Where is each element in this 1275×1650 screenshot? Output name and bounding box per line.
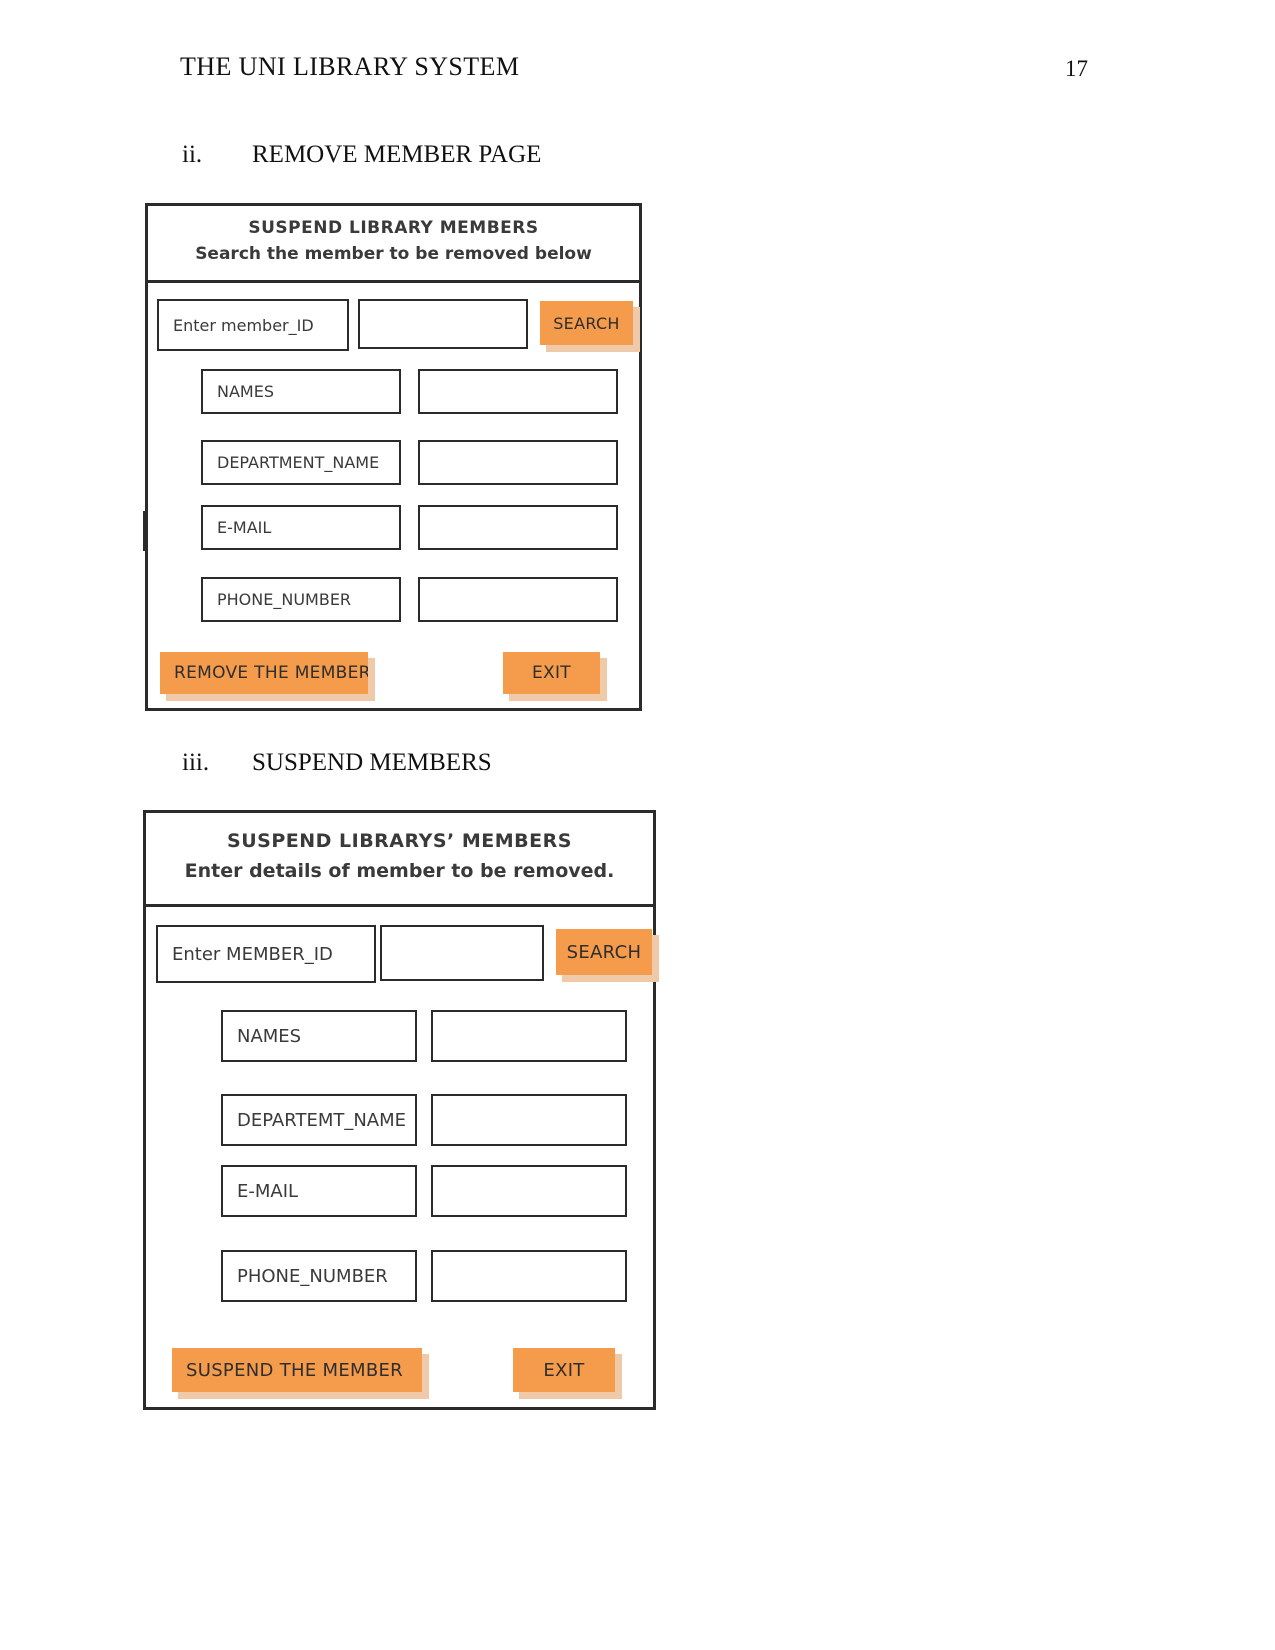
suspend-the-member-button-label: SUSPEND THE MEMBER	[186, 1359, 403, 1381]
remove-the-member-button[interactable]: REMOVE THE MEMBER	[160, 652, 375, 701]
remove-search-button-label: SEARCH	[553, 313, 620, 333]
suspend-email-label: E-MAIL	[221, 1165, 417, 1217]
suspend-names-label-text: NAMES	[237, 1025, 302, 1047]
suspend-names-label: NAMES	[221, 1010, 417, 1062]
suspend-search-row: Enter MEMBER_ID SEARCH	[146, 925, 659, 983]
remove-phone-input[interactable]	[418, 577, 618, 622]
remove-department-input[interactable]	[418, 440, 618, 485]
suspend-member-id-input[interactable]	[380, 925, 544, 981]
suspend-department-label-text: DEPARTEMT_NAME	[237, 1109, 407, 1131]
suspend-email-input[interactable]	[431, 1165, 627, 1217]
suspend-mockup-subtitle: Enter details of member to be removed.	[184, 860, 615, 882]
remove-email-label: E-MAIL	[201, 505, 401, 550]
suspend-department-label: DEPARTEMT_NAME	[221, 1094, 417, 1146]
suspend-field-row-department: DEPARTEMT_NAME	[146, 1094, 653, 1146]
remove-names-label-text: NAMES	[217, 382, 274, 401]
remove-field-row-names: NAMES	[148, 369, 639, 414]
remove-phone-label: PHONE_NUMBER	[201, 577, 401, 622]
remove-member-id-label: Enter member_ID	[157, 299, 349, 351]
remove-exit-button[interactable]: EXIT	[503, 652, 607, 701]
suspend-member-mockup: SUSPEND LIBRARYS’ MEMBERS Enter details …	[143, 810, 659, 1410]
remove-department-label: DEPARTMENT_NAME	[201, 440, 401, 485]
suspend-mockup-title: SUSPEND LIBRARYS’ MEMBERS	[227, 830, 572, 852]
remove-names-label: NAMES	[201, 369, 401, 414]
section-numeral: iii.	[182, 749, 210, 776]
section-numeral: ii.	[182, 141, 203, 168]
suspend-search-button[interactable]: SEARCH	[556, 929, 659, 982]
remove-search-button[interactable]: SEARCH	[540, 301, 640, 352]
page-header: THE UNI LIBRARY SYSTEM 17	[0, 52, 1275, 92]
suspend-phone-label: PHONE_NUMBER	[221, 1250, 417, 1302]
remove-mockup-title: SUSPEND LIBRARY MEMBERS	[248, 218, 539, 238]
suspend-field-row-phone: PHONE_NUMBER	[146, 1250, 653, 1302]
remove-field-row-department: DEPARTMENT_NAME	[148, 440, 639, 485]
suspend-phone-input[interactable]	[431, 1250, 627, 1302]
suspend-search-button-label: SEARCH	[566, 941, 642, 963]
suspend-phone-label-text: PHONE_NUMBER	[237, 1265, 388, 1287]
suspend-field-row-names: NAMES	[146, 1010, 653, 1062]
document-running-head: THE UNI LIBRARY SYSTEM	[180, 52, 520, 81]
section-title: REMOVE MEMBER PAGE	[252, 141, 542, 168]
suspend-department-input[interactable]	[431, 1094, 627, 1146]
remove-search-row: Enter member_ID SEARCH	[148, 299, 640, 352]
remove-mockup-header: SUSPEND LIBRARY MEMBERS Search the membe…	[148, 206, 639, 283]
suspend-member-id-label: Enter MEMBER_ID	[156, 925, 376, 983]
suspend-exit-button[interactable]: EXIT	[513, 1348, 622, 1399]
remove-field-row-phone: PHONE_NUMBER	[148, 577, 639, 622]
remove-exit-button-label: EXIT	[532, 663, 571, 683]
scan-artifact-notch	[143, 511, 148, 551]
remove-email-input[interactable]	[418, 505, 618, 550]
suspend-field-row-email: E-MAIL	[146, 1165, 653, 1217]
remove-mockup-subtitle: Search the member to be removed below	[195, 244, 592, 264]
section-heading-remove-member: ii. REMOVE MEMBER PAGE	[182, 141, 541, 169]
remove-member-id-input[interactable]	[358, 299, 528, 349]
remove-member-mockup: SUSPEND LIBRARY MEMBERS Search the membe…	[143, 203, 642, 711]
remove-member-id-label-text: Enter member_ID	[173, 315, 314, 335]
remove-department-label-text: DEPARTMENT_NAME	[217, 453, 380, 472]
suspend-names-input[interactable]	[431, 1010, 627, 1062]
remove-the-member-button-label: REMOVE THE MEMBER	[174, 663, 371, 683]
suspend-member-id-label-text: Enter MEMBER_ID	[172, 943, 333, 965]
page-number: 17	[1065, 56, 1088, 81]
remove-field-row-email: E-MAIL	[148, 505, 639, 550]
suspend-email-label-text: E-MAIL	[237, 1180, 299, 1202]
remove-email-label-text: E-MAIL	[217, 518, 272, 537]
section-title: SUSPEND MEMBERS	[252, 749, 492, 776]
remove-names-input[interactable]	[418, 369, 618, 414]
section-heading-suspend-members: iii. SUSPEND MEMBERS	[182, 749, 492, 777]
suspend-mockup-header: SUSPEND LIBRARYS’ MEMBERS Enter details …	[146, 813, 653, 907]
suspend-the-member-button[interactable]: SUSPEND THE MEMBER	[172, 1348, 429, 1399]
remove-phone-label-text: PHONE_NUMBER	[217, 590, 352, 609]
suspend-exit-button-label: EXIT	[543, 1359, 585, 1381]
